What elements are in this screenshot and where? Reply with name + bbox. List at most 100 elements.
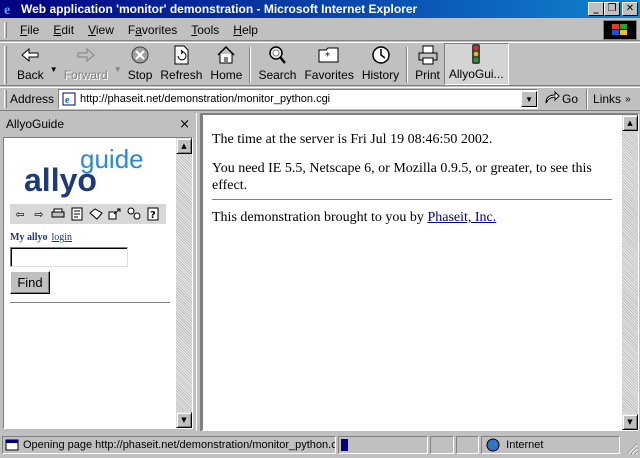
my-allyo-row: My allyo login [10,232,72,243]
resize-grip-icon[interactable] [624,441,638,455]
progress-bar [338,435,429,454]
page-content: The time at the server is Fri Jul 19 08:… [201,113,639,431]
back-arrow-icon[interactable]: ⇦ [12,206,28,222]
allyo-search-input[interactable] [10,247,128,267]
status-panel-empty [430,435,454,454]
loading-page-icon [5,439,19,451]
scroll-down-arrow-icon[interactable]: ▼ [176,412,192,428]
stop-button[interactable]: Stop [124,43,157,85]
my-allyo-label: My allyo [10,232,48,243]
zone-label: Internet [506,438,544,451]
address-bar: Address e http://phaseit.net/demonstrati… [0,87,640,111]
print-button[interactable]: Print [411,43,444,85]
close-button[interactable]: ✕ [622,2,638,16]
address-input[interactable]: e http://phaseit.net/demonstration/monit… [58,89,539,109]
explorer-close-icon[interactable]: × [179,117,190,132]
menu-tools[interactable]: Tools [184,23,226,37]
home-icon [215,44,237,66]
menu-file[interactable]: File [13,23,46,37]
status-text: Opening page http://phaseit.net/demonstr… [23,438,337,451]
restore-button[interactable]: ❐ [604,2,620,16]
address-dropdown-arrow-icon[interactable]: ▼ [521,91,538,107]
explorer-bar: AllyoGuide × guide allyo ⇦ ⇨ ? My allyo … [0,113,196,431]
toolbar-separator [406,47,409,83]
home-label: Home [210,68,243,82]
explorer-title: AllyoGuide [6,117,65,131]
title-bar[interactable]: e Web application 'monitor' demonstratio… [0,0,640,18]
address-label: Address [10,92,55,106]
status-text-panel: Opening page http://phaseit.net/demonstr… [2,435,337,454]
forward-label: Forward [63,68,108,82]
back-label: Back [17,68,44,82]
stop-label: Stop [127,68,153,82]
go-button[interactable]: Go [544,90,578,108]
allyo-guide-logo[interactable]: guide allyo [18,142,168,200]
address-url: http://phaseit.net/demonstration/monitor… [80,93,331,105]
login-link[interactable]: login [52,232,73,243]
find-button[interactable]: Find [10,271,50,294]
share-icon[interactable] [107,206,123,222]
back-dropdown-arrow-icon[interactable]: ▼ [48,43,60,85]
progress-fill [341,438,348,451]
allyoguide-button[interactable]: AllyoGui... [443,43,509,85]
stop-icon [129,44,151,66]
favorites-folder-icon: * [318,44,340,66]
forward-arrow-icon[interactable]: ⇨ [31,206,47,222]
favorites-button[interactable]: * Favorites [300,43,357,85]
credit-line: This demonstration brought to you by Pha… [212,209,612,226]
history-icon [370,44,392,66]
tag-icon[interactable] [88,206,104,222]
printer-icon [417,44,439,66]
ie-logo-icon: e [2,1,18,17]
minimize-button[interactable]: _ [588,2,604,16]
status-panel-empty [455,435,480,454]
menu-favorites[interactable]: Favorites [121,23,184,37]
addressbar-grip[interactable] [4,90,7,108]
printer-icon[interactable] [50,206,66,222]
home-button[interactable]: Home [206,43,246,85]
globe-icon [486,438,500,452]
search-icon [266,44,288,66]
scroll-up-arrow-icon[interactable]: ▲ [176,138,192,154]
credit-prefix: This demonstration brought to you by [212,210,428,225]
explorer-scrollbar[interactable]: ▲ ▼ [176,138,192,428]
refresh-label: Refresh [160,68,203,82]
page-scrollbar[interactable]: ▲ ▼ [622,115,638,430]
security-zone-panel: Internet [481,435,620,454]
forward-button[interactable]: Forward [60,43,112,85]
links-button[interactable]: Links » [586,89,631,109]
print-label: Print [415,68,440,82]
search-button[interactable]: Search [254,43,300,85]
svg-text:e: e [4,3,10,16]
menu-view[interactable]: View [81,23,121,37]
history-button[interactable]: History [358,43,403,85]
scroll-down-arrow-icon[interactable]: ▼ [622,414,638,430]
back-arrow-icon [19,44,41,66]
page-icon: e [61,91,77,107]
server-time-text: The time at the server is Fri Jul 19 08:… [212,132,493,147]
forward-arrow-icon [75,44,97,66]
toolbar-separator [249,47,252,83]
allyo-toolbar: ⇦ ⇨ ? [10,204,166,224]
svg-text:?: ? [150,210,156,221]
history-label: History [361,68,400,82]
toolbar-grip[interactable] [4,46,7,84]
document-icon[interactable] [69,206,85,222]
refresh-icon [170,44,192,66]
chevron-right-icon: » [625,93,631,105]
windows-logo-throbber [603,20,637,40]
menu-edit[interactable]: Edit [46,23,81,37]
back-button[interactable]: Back [13,43,48,85]
help-icon[interactable]: ? [145,206,161,222]
traffic-light-icon [465,43,487,65]
divider [212,199,612,201]
people-icon[interactable] [126,206,142,222]
forward-dropdown-arrow-icon[interactable]: ▼ [112,43,124,85]
window-title: Web application 'monitor' demonstration … [21,2,418,16]
scroll-up-arrow-icon[interactable]: ▲ [622,115,638,131]
menubar-grip[interactable] [4,21,7,38]
menu-help[interactable]: Help [226,23,265,37]
phaseit-link[interactable]: Phaseit, Inc. [427,210,496,225]
logo-allyo-text: allyo [24,162,97,198]
refresh-button[interactable]: Refresh [156,43,206,85]
